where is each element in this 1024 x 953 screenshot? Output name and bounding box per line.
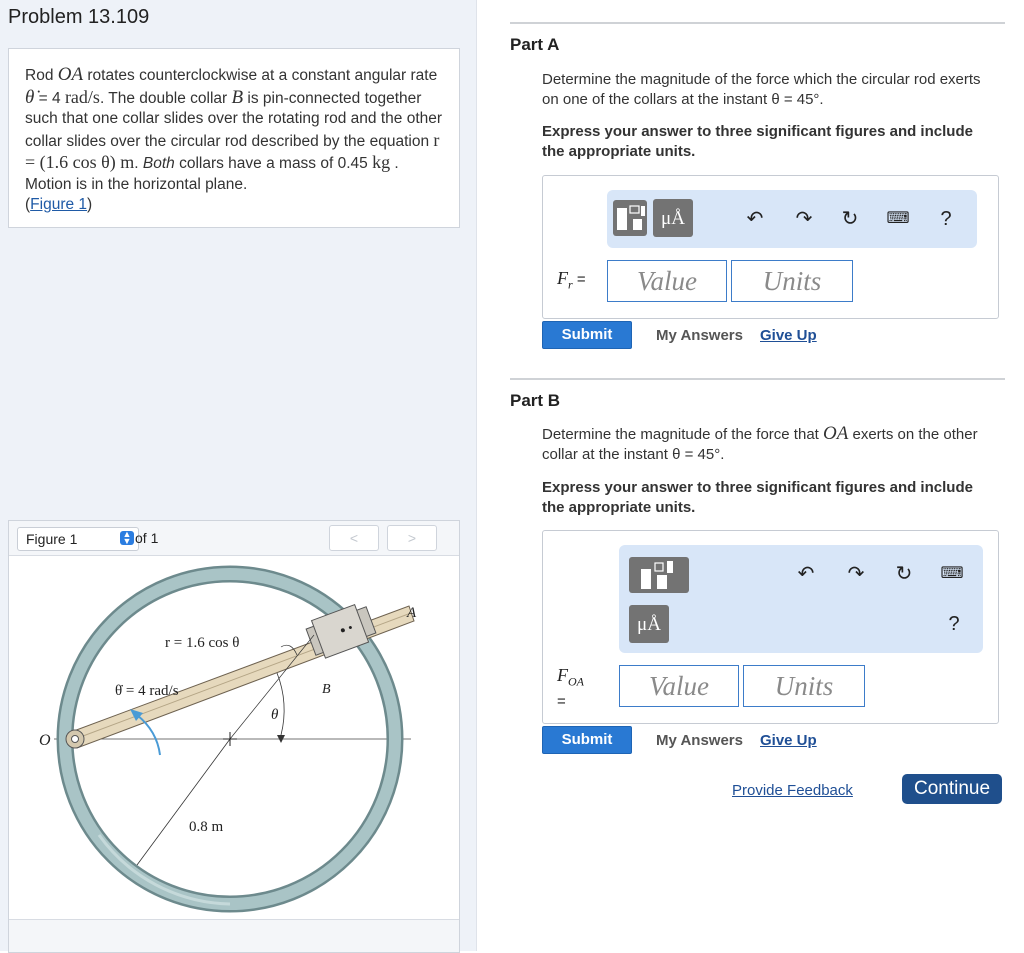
label-radius: 0.8 m	[189, 819, 224, 835]
units-symbols-button[interactable]: μÅ	[629, 605, 669, 643]
keyboard-icon[interactable]: ⌨	[939, 561, 965, 587]
figure-select[interactable]: Figure 1 ▲ ▼	[17, 527, 139, 551]
text: = 4	[34, 89, 65, 107]
part-a-answer-box: μÅ ↶ ↷ ↻ ⌨ ? Fr = Value Units	[542, 175, 999, 319]
text: Rod	[25, 67, 58, 84]
label-theta: θ	[271, 707, 279, 723]
text: rotates counterclockwise at a constant a…	[83, 67, 438, 84]
prev-figure-button[interactable]: <	[329, 525, 379, 551]
math-unit: rad/s	[64, 86, 100, 107]
label-b: B	[322, 682, 331, 697]
part-a-give-up[interactable]: Give Up	[760, 327, 817, 344]
part-b-value-input[interactable]: Value	[619, 665, 739, 707]
figure-footer	[9, 919, 459, 952]
part-b-divider	[510, 378, 1005, 380]
text: .	[134, 155, 143, 172]
text: )	[87, 196, 93, 213]
label-a: A	[406, 605, 417, 621]
template-icon[interactable]	[629, 557, 689, 593]
help-icon[interactable]: ?	[933, 206, 959, 232]
text: Determine the magnitude of the force tha…	[542, 426, 823, 443]
part-a-label: Fr =	[557, 268, 586, 293]
figure-select-label: Figure 1	[26, 531, 78, 547]
part-b-answer-box: μÅ ↶ ↷ ↻ ⌨ ? FOA = Value Units	[542, 530, 999, 724]
math-oa: OA	[57, 64, 84, 85]
part-a-value-input[interactable]: Value	[607, 260, 727, 302]
math-oa: OA	[823, 423, 849, 444]
part-a-question: Determine the magnitude of the force whi…	[542, 71, 981, 108]
next-figure-button[interactable]: >	[387, 525, 437, 551]
label-angular-rate: θ̇ = 4 rad/s	[115, 683, 179, 699]
math-thetadot: θ̇	[25, 86, 35, 108]
figure-header: Figure 1 ▲ ▼ of 1 < >	[9, 521, 459, 556]
part-a-toolbar: μÅ ↶ ↷ ↻ ⌨ ?	[607, 190, 977, 248]
undo-icon[interactable]: ↶	[742, 206, 768, 232]
part-b-toolbar: μÅ ↶ ↷ ↻ ⌨ ?	[619, 545, 983, 653]
part-b-my-answers[interactable]: My Answers	[656, 732, 743, 749]
math-unit: kg	[372, 152, 391, 172]
units-symbols-button[interactable]: μÅ	[653, 199, 693, 237]
part-a-instruction: Express your answer to three significant…	[542, 123, 973, 160]
part-b-question: Determine the magnitude of the force tha…	[542, 424, 992, 465]
problem-statement: Rod OA rotates counterclockwise at a con…	[25, 64, 445, 216]
figure-link[interactable]: Figure 1	[30, 196, 87, 213]
label-o: O	[39, 732, 51, 749]
r-line	[229, 634, 315, 740]
label-eq: =	[576, 271, 586, 288]
label-sub: r	[568, 277, 573, 292]
reset-icon[interactable]: ↻	[891, 561, 917, 587]
part-b-title: Part B	[510, 391, 561, 410]
part-b-instruction: Express your answer to three significant…	[542, 479, 973, 516]
radius-line	[136, 738, 231, 866]
label-r-equation: r = 1.6 cos θ	[165, 635, 239, 651]
answer-pane: Part A Determine the magnitude of the fo…	[476, 0, 1024, 951]
template-icon[interactable]	[613, 200, 647, 236]
continue-button[interactable]: Continue	[902, 774, 1002, 804]
text: Both	[142, 155, 175, 172]
text: . The double collar	[99, 89, 232, 107]
part-b-label: FOA =	[557, 665, 584, 711]
label-eq: =	[557, 692, 566, 710]
part-b-give-up[interactable]: Give Up	[760, 732, 817, 749]
label-main: F	[557, 268, 568, 288]
figure-panel: Figure 1 ▲ ▼ of 1 < > A O B r = 1.6 cos …	[8, 520, 460, 953]
redo-icon[interactable]: ↷	[791, 206, 817, 232]
label-sub: OA	[568, 674, 584, 689]
undo-icon[interactable]: ↶	[793, 561, 819, 587]
part-a-submit-button[interactable]: Submit	[542, 321, 632, 349]
keyboard-icon[interactable]: ⌨	[885, 206, 911, 232]
part-a-my-answers[interactable]: My Answers	[656, 327, 743, 344]
provide-feedback-link[interactable]: Provide Feedback	[732, 782, 853, 799]
figure-count: of 1	[135, 530, 159, 546]
problem-statement-box: Rod OA rotates counterclockwise at a con…	[8, 48, 460, 228]
part-b-units-input[interactable]: Units	[743, 665, 865, 707]
spinner-icon: ▲ ▼	[120, 530, 134, 546]
part-a-units-input[interactable]: Units	[731, 260, 853, 302]
part-b-submit-button[interactable]: Submit	[542, 726, 632, 754]
reset-icon[interactable]: ↻	[837, 206, 863, 232]
redo-icon[interactable]: ↷	[843, 561, 869, 587]
help-icon[interactable]: ?	[941, 611, 967, 637]
theta-arc	[276, 672, 285, 736]
part-a-title: Part A	[510, 35, 560, 54]
math-b: B	[231, 86, 244, 108]
problem-title: Problem 13.109	[8, 6, 150, 28]
text: collars have a mass of 0.45	[174, 155, 373, 172]
problem-pane: Problem 13.109 Rod OA rotates counterclo…	[0, 0, 477, 953]
label-main: F	[557, 665, 568, 685]
part-a-divider	[510, 22, 1005, 24]
figure-diagram: A O B r = 1.6 cos θ θ̇ = 4 rad/s θ 0.8 m	[39, 565, 417, 913]
